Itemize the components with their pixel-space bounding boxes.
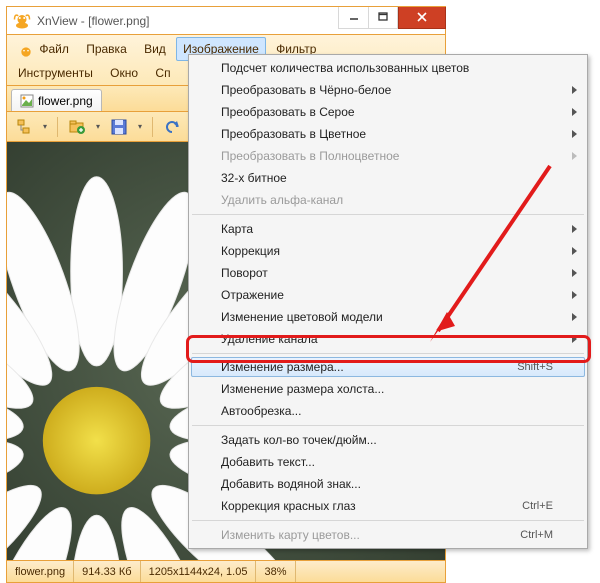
menu-item-label: Преобразовать в Полноцветное xyxy=(221,149,557,163)
toolbar-undo-button[interactable] xyxy=(161,116,183,138)
menu-item-label: Изменить карту цветов... xyxy=(221,528,520,542)
menu-tools[interactable]: Инструменты xyxy=(11,61,100,85)
toolbar-open-caret[interactable]: ▾ xyxy=(94,122,102,131)
toolbar-save-caret[interactable]: ▾ xyxy=(136,122,144,131)
menu-item[interactable]: Автообрезка... xyxy=(191,400,585,422)
menu-item[interactable]: Задать кол-во точек/дюйм... xyxy=(191,429,585,451)
menu-item: Изменить карту цветов...Ctrl+M xyxy=(191,524,585,546)
menu-item-shortcut: Shift+S xyxy=(517,361,557,373)
menu-item-label: Преобразовать в Чёрно-белое xyxy=(221,83,557,97)
menu-item-label: Карта xyxy=(221,222,557,236)
menu-item-label: Подсчет количества использованных цветов xyxy=(221,61,557,75)
file-tab[interactable]: flower.png xyxy=(11,89,102,111)
menu-item[interactable]: 32-х битное xyxy=(191,167,585,189)
maximize-button[interactable] xyxy=(368,7,398,29)
menu-item-shortcut: Ctrl+E xyxy=(522,500,557,512)
menu-edit[interactable]: Правка xyxy=(79,37,134,61)
file-tab-label: flower.png xyxy=(38,94,93,108)
image-file-icon xyxy=(20,94,34,108)
image-menu-dropdown: Подсчет количества использованных цветов… xyxy=(188,54,588,549)
menu-item[interactable]: Удаление канала xyxy=(191,328,585,350)
status-filename: flower.png xyxy=(7,561,74,582)
toolbar-tree-caret[interactable]: ▾ xyxy=(41,122,49,131)
menu-item-label: Преобразовать в Серое xyxy=(221,105,557,119)
menu-item-label: 32-х битное xyxy=(221,171,557,185)
app-icon xyxy=(13,12,31,30)
menu-separator xyxy=(192,425,584,426)
menu-item[interactable]: Изменение размера...Shift+S xyxy=(191,357,585,377)
status-filesize: 914.33 Кб xyxy=(74,561,140,582)
toolbar-separator xyxy=(57,117,58,137)
menu-item-label: Изменение размера... xyxy=(221,360,517,374)
toolbar-separator-2 xyxy=(152,117,153,137)
menu-item[interactable]: Подсчет количества использованных цветов xyxy=(191,57,585,79)
titlebar: XnView - [flower.png] xyxy=(7,7,445,35)
app-icon-small xyxy=(11,42,27,58)
menu-item[interactable]: Добавить текст... xyxy=(191,451,585,473)
menu-item[interactable]: Коррекция xyxy=(191,240,585,262)
minimize-button[interactable] xyxy=(338,7,368,29)
menu-item[interactable]: Карта xyxy=(191,218,585,240)
menu-separator xyxy=(192,520,584,521)
statusbar: flower.png 914.33 Кб 1205x1144x24, 1.05 … xyxy=(7,560,445,582)
menu-item-label: Отражение xyxy=(221,288,557,302)
window-title: XnView - [flower.png] xyxy=(37,14,338,28)
menu-help[interactable]: Сп xyxy=(148,61,177,85)
menu-item-label: Удалить альфа-канал xyxy=(221,193,557,207)
menu-window[interactable]: Окно xyxy=(103,61,145,85)
menu-item[interactable]: Добавить водяной знак... xyxy=(191,473,585,495)
window-buttons xyxy=(338,7,446,29)
status-zoom: 38% xyxy=(256,561,295,582)
menu-item-label: Автообрезка... xyxy=(221,404,557,418)
menu-item-label: Добавить водяной знак... xyxy=(221,477,557,491)
menu-item[interactable]: Коррекция красных глазCtrl+E xyxy=(191,495,585,517)
menu-item[interactable]: Изменение цветовой модели xyxy=(191,306,585,328)
menu-separator xyxy=(192,353,584,354)
menu-item-label: Поворот xyxy=(221,266,557,280)
menu-item-label: Задать кол-во точек/дюйм... xyxy=(221,433,557,447)
toolbar-tree-button[interactable] xyxy=(13,116,35,138)
toolbar-save-button[interactable] xyxy=(108,116,130,138)
menu-item-label: Удаление канала xyxy=(221,332,557,346)
menu-item-label: Преобразовать в Цветное xyxy=(221,127,557,141)
menu-separator xyxy=(192,214,584,215)
menu-item[interactable]: Преобразовать в Чёрно-белое xyxy=(191,79,585,101)
menu-item[interactable]: Отражение xyxy=(191,284,585,306)
menu-item[interactable]: Изменение размера холста... xyxy=(191,378,585,400)
menu-file[interactable]: Файл xyxy=(32,37,76,61)
menu-item-label: Коррекция xyxy=(221,244,557,258)
menu-item[interactable]: Преобразовать в Серое xyxy=(191,101,585,123)
menu-item[interactable]: Преобразовать в Цветное xyxy=(191,123,585,145)
menu-item-label: Изменение цветовой модели xyxy=(221,310,557,324)
status-dimensions: 1205x1144x24, 1.05 xyxy=(141,561,257,582)
toolbar-open-button[interactable] xyxy=(66,116,88,138)
menu-item-label: Изменение размера холста... xyxy=(221,382,557,396)
menu-item: Преобразовать в Полноцветное xyxy=(191,145,585,167)
menu-item-label: Коррекция красных глаз xyxy=(221,499,522,513)
menu-item-label: Добавить текст... xyxy=(221,455,557,469)
close-button[interactable] xyxy=(398,7,446,29)
menu-item: Удалить альфа-канал xyxy=(191,189,585,211)
menu-item[interactable]: Поворот xyxy=(191,262,585,284)
menu-view[interactable]: Вид xyxy=(137,37,173,61)
menu-item-shortcut: Ctrl+M xyxy=(520,529,557,541)
